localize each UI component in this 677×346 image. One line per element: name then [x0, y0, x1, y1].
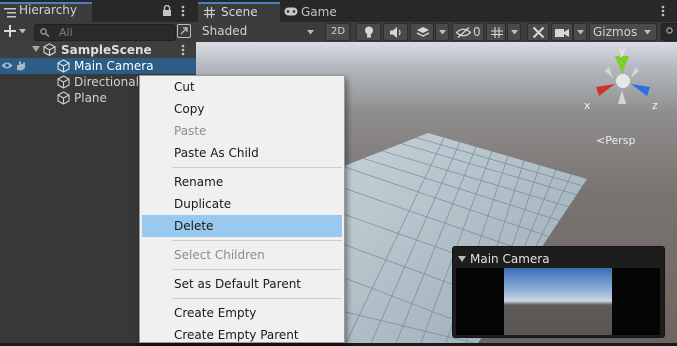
camera-settings-dropdown[interactable]: [573, 23, 587, 41]
camera-preview-frame: [456, 268, 660, 335]
visibility-eye-icon[interactable]: [1, 61, 13, 70]
hierarchy-options-icon[interactable]: [181, 5, 185, 17]
gizmo-y-label: y: [619, 45, 626, 58]
video-camera-icon: [555, 29, 569, 37]
toggle-2d-button[interactable]: 2D: [325, 23, 350, 41]
audio-toggle[interactable]: [383, 23, 408, 41]
scene-options-icon[interactable]: [181, 44, 185, 56]
speaker-icon: [390, 27, 401, 38]
orientation-gizmo[interactable]: [591, 44, 663, 124]
menu-item-set-default-parent[interactable]: Set as Default Parent: [142, 273, 342, 295]
grid-toggle[interactable]: [486, 23, 506, 41]
lighting-toggle[interactable]: [356, 23, 381, 41]
lock-icon[interactable]: [162, 5, 172, 17]
gameobject-cube-icon: [57, 91, 70, 105]
menu-item-rename[interactable]: Rename: [142, 171, 342, 193]
draw-mode-dropdown[interactable]: Shaded: [198, 23, 320, 41]
menu-item-paste: Paste: [174, 124, 207, 138]
camera-preview-title: Main Camera: [470, 252, 550, 266]
add-icon[interactable]: [4, 25, 16, 37]
projection-label: Persp: [605, 134, 636, 147]
scene-search-input[interactable]: [661, 23, 677, 41]
hierarchy-list-icon: [4, 8, 16, 18]
dropdown-arrow-icon: [439, 30, 446, 35]
menu-item-paste-as-child[interactable]: Paste As Child: [142, 142, 342, 164]
collapse-arrow-icon[interactable]: [458, 256, 466, 262]
dropdown-arrow-icon: [307, 30, 314, 35]
add-dropdown-icon[interactable]: [19, 29, 26, 34]
tools-toggle[interactable]: [527, 23, 549, 41]
context-menu: Cut Copy Paste Paste As Child Rename Dup…: [139, 75, 345, 343]
camera-preview-image: [504, 268, 612, 335]
gizmos-button[interactable]: Gizmos: [589, 23, 657, 41]
menu-separator: [172, 298, 342, 299]
tab-game[interactable]: Game: [282, 2, 344, 22]
hierarchy-item-directional[interactable]: Directional: [74, 74, 139, 90]
hidden-count: 0: [473, 25, 481, 39]
tab-scene[interactable]: Scene: [198, 2, 280, 22]
effects-toggle[interactable]: [410, 23, 434, 41]
projection-toggle[interactable]: <Persp: [596, 134, 635, 147]
menu-item-cut[interactable]: Cut: [142, 76, 342, 98]
search-placeholder: All: [59, 26, 73, 39]
effects-layers-icon: [416, 27, 430, 37]
scene-visibility-toggle[interactable]: 0: [452, 23, 484, 41]
menu-item-create-empty[interactable]: Create Empty: [142, 302, 342, 324]
lightbulb-icon: [365, 26, 373, 38]
dropdown-arrow-icon: [644, 30, 651, 35]
grid-icon: [491, 27, 503, 38]
tools-icon: [532, 26, 545, 39]
hierarchy-tab-label: Hierarchy: [19, 3, 78, 17]
hierarchy-item-label: Main Camera: [74, 59, 154, 73]
gameobject-cube-icon: [57, 75, 70, 89]
hierarchy-item-plane[interactable]: Plane: [74, 90, 107, 106]
menu-separator: [172, 240, 342, 241]
dropdown-arrow-icon: [511, 30, 518, 35]
toggle-2d-label: 2D: [331, 26, 346, 37]
projection-arrow-icon: <: [596, 134, 606, 147]
menu-item-select-children: Select Children: [174, 248, 265, 262]
menu-item-duplicate[interactable]: Duplicate: [142, 193, 342, 215]
hidden-eye-icon: [456, 27, 471, 38]
gizmos-label: Gizmos: [593, 25, 638, 39]
tab-scene-label: Scene: [221, 5, 258, 19]
scene-grid-icon: [204, 7, 215, 18]
menu-separator: [172, 269, 342, 270]
expand-arrow-icon: [180, 27, 188, 35]
scene-name-label: SampleScene: [61, 43, 152, 57]
grid-dropdown[interactable]: [507, 23, 521, 41]
menu-separator: [172, 167, 342, 168]
effects-dropdown[interactable]: [435, 23, 449, 41]
menu-item-copy[interactable]: Copy: [142, 98, 342, 120]
gamepad-icon: [284, 7, 298, 16]
gameobject-cube-icon: [57, 59, 70, 73]
search-icon: [40, 28, 50, 37]
expand-down-icon[interactable]: [32, 46, 40, 53]
hierarchy-search-input[interactable]: All: [34, 24, 176, 41]
gizmo-z-label: z: [652, 99, 658, 112]
search-icon: [666, 27, 673, 34]
camera-preview-overlay: Main Camera: [452, 246, 665, 338]
menu-item-delete[interactable]: Delete: [142, 215, 342, 237]
tab-game-label: Game: [301, 5, 337, 19]
draw-mode-label: Shaded: [202, 24, 248, 38]
gizmo-x-label: x: [584, 99, 591, 112]
unity-scene-icon: [43, 43, 56, 56]
search-by-type-button[interactable]: [177, 24, 191, 38]
dropdown-arrow-icon: [577, 30, 584, 35]
camera-settings-toggle[interactable]: [551, 23, 573, 41]
pickable-hand-icon[interactable]: [15, 60, 26, 71]
scene-options-icon[interactable]: [661, 5, 665, 17]
